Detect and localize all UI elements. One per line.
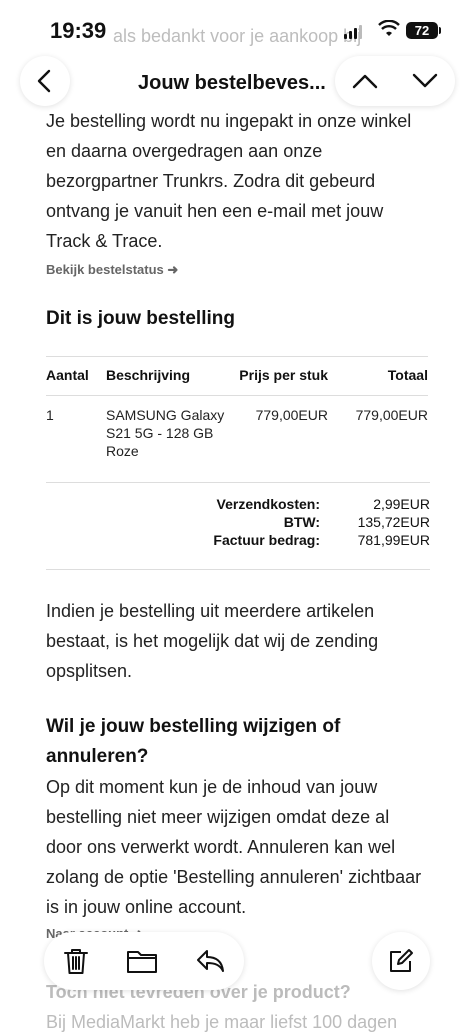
compose-button[interactable] — [372, 932, 430, 990]
background-text: als bedankt voor je aankoop bij — [113, 26, 362, 46]
status-time: 19:39 — [50, 18, 107, 43]
change-order-paragraph: Op dit moment kun je de inhoud van jouw … — [46, 777, 422, 917]
intro-paragraph: Je bestelling wordt nu ingepakt in onze … — [46, 111, 412, 251]
reply-button[interactable] — [195, 948, 225, 974]
item-description: SAMSUNG Galaxy S21 5G - 128 GB Roze — [106, 407, 225, 459]
wifi-icon — [378, 20, 400, 36]
invoice-row: Factuur bedrag: 781,99EUR — [46, 531, 430, 549]
delete-button[interactable] — [63, 947, 89, 975]
chevron-up-icon — [352, 74, 378, 89]
shipping-label: Verzendkosten: — [216, 496, 320, 512]
cellular-signal-icon — [344, 25, 362, 39]
split-shipment-paragraph: Indien je bestelling uit meerdere artike… — [46, 601, 379, 681]
compose-icon — [390, 949, 413, 972]
bottom-toolbar — [0, 928, 474, 994]
status-bar: 19:39 als bedankt voor je aankoop bij 72 — [0, 0, 474, 60]
reply-icon — [197, 950, 225, 972]
action-group — [44, 932, 244, 990]
move-to-folder-button[interactable] — [126, 948, 158, 974]
column-header: Prijs per stuk — [236, 356, 328, 396]
faded-paragraph: Bij MediaMarkt heb je maar liefst 100 da… — [46, 1012, 398, 1032]
item-unit-price: 779,00EUR — [255, 407, 328, 423]
next-message-button[interactable] — [412, 73, 438, 89]
invoice-value: 781,99EUR — [357, 532, 430, 548]
trash-icon — [63, 949, 88, 974]
invoice-label: Factuur bedrag: — [213, 532, 320, 548]
order-table: Aantal Beschrijving Prijs per stuk Totaa… — [46, 356, 428, 478]
chevron-left-icon — [37, 69, 51, 93]
page-title: Jouw bestelbeves... — [138, 72, 326, 94]
table-header-row: Aantal Beschrijving Prijs per stuk Totaa… — [46, 356, 428, 396]
column-header: Beschrijving — [106, 356, 236, 396]
folder-icon — [126, 951, 157, 973]
vat-row: BTW: 135,72EUR — [46, 513, 430, 531]
column-header: Totaal — [328, 356, 428, 396]
email-body: Je bestelling wordt nu ingepakt in onze … — [46, 106, 430, 942]
battery-level: 72 — [414, 23, 430, 38]
order-heading: Dit is jouw bestelling — [46, 308, 235, 329]
vat-value: 135,72EUR — [357, 514, 430, 530]
vat-label: BTW: — [283, 514, 320, 530]
back-button[interactable] — [20, 56, 70, 106]
order-totals: Verzendkosten: 2,99EUR BTW: 135,72EUR Fa… — [46, 482, 430, 570]
shipping-value: 2,99EUR — [373, 496, 430, 512]
shipping-row: Verzendkosten: 2,99EUR — [46, 495, 430, 513]
item-total: 779,00EUR — [355, 407, 428, 423]
change-order-heading: Wil je jouw bestelling wijzigen of annul… — [46, 716, 341, 767]
item-quantity: 1 — [46, 407, 54, 423]
message-navigation — [335, 56, 455, 106]
previous-message-button[interactable] — [352, 73, 378, 89]
column-header: Aantal — [46, 356, 106, 396]
battery-icon: 72 — [406, 22, 441, 39]
table-row: 1 SAMSUNG Galaxy S21 5G - 128 GB Roze 77… — [46, 396, 428, 479]
chevron-down-icon — [412, 73, 438, 88]
order-status-link[interactable]: Bekijk bestelstatus ➜ — [46, 262, 430, 278]
